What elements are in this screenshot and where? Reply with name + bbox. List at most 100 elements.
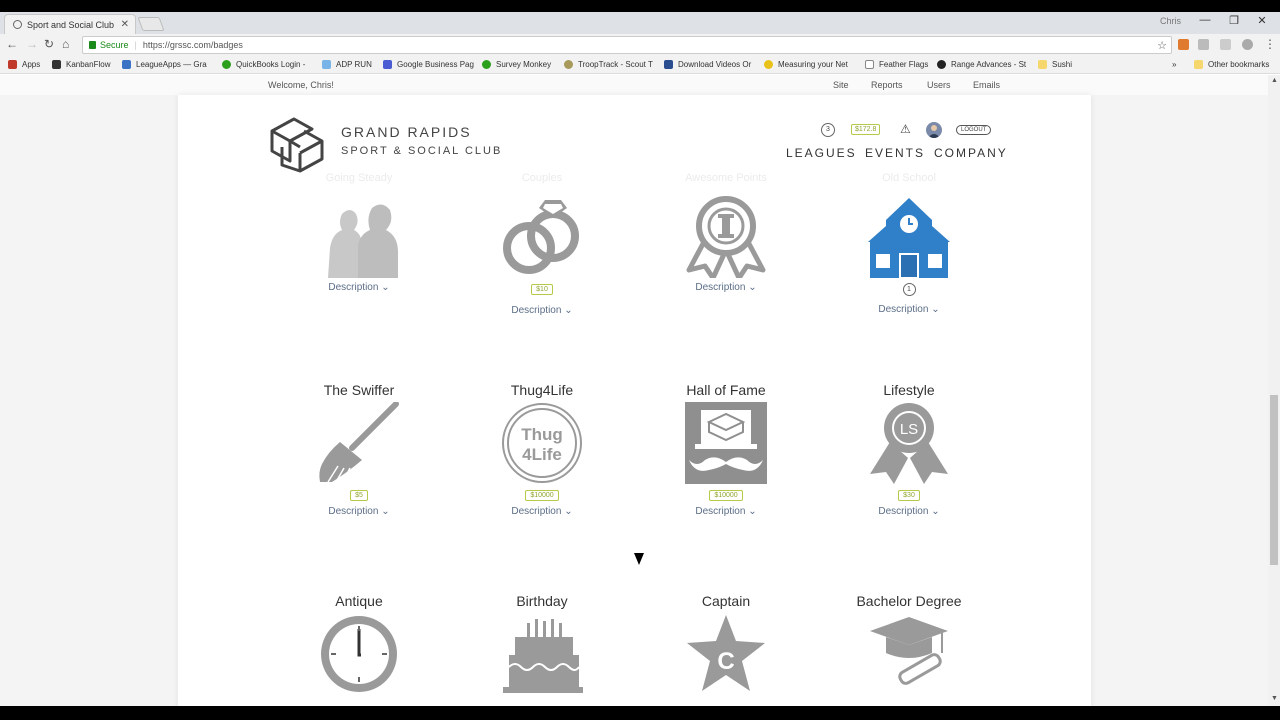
range-advances-icon: [937, 60, 946, 69]
scroll-down-icon[interactable]: ▼: [1271, 695, 1278, 702]
kanbanflow-icon: [52, 60, 61, 69]
extension-icon[interactable]: [1198, 39, 1209, 50]
leagueapps-icon: [122, 60, 131, 69]
extension-icon[interactable]: [1220, 39, 1231, 50]
browser-tab[interactable]: Sport and Social Club ✕: [4, 14, 136, 34]
bookmark-item[interactable]: Measuring your Net: [764, 60, 848, 69]
url-text: https://grssc.com/badges: [142, 40, 243, 50]
close-icon[interactable]: ✕: [121, 19, 129, 30]
description-toggle[interactable]: Description ⌄: [457, 305, 627, 316]
admin-link-users[interactable]: Users: [927, 80, 951, 90]
description-toggle[interactable]: Description ⌄: [641, 506, 811, 517]
restore-icon[interactable]: ❐: [1224, 14, 1244, 27]
menu-icon[interactable]: ⋮: [1264, 37, 1276, 51]
broom-icon: [319, 402, 399, 483]
warning-icon[interactable]: ⚠: [900, 122, 911, 136]
award-ribbon-icon: [686, 196, 766, 278]
badge-card: Description ⌄: [641, 194, 811, 293]
home-icon[interactable]: ⌂: [62, 37, 69, 51]
thug4life-seal-icon: Thug 4Life: [502, 403, 582, 483]
bookmarks-overflow[interactable]: »: [1172, 60, 1176, 69]
measuring-icon: [764, 60, 773, 69]
os-bottom-bar: [0, 706, 1280, 720]
bookmark-item[interactable]: ADP RUN: [322, 60, 372, 69]
nav-leagues[interactable]: LEAGUES: [786, 146, 857, 160]
welcome-text: Welcome, Chris!: [268, 80, 334, 90]
bookmark-item[interactable]: Range Advances - St: [937, 60, 1026, 69]
captain-letter: C: [717, 648, 734, 675]
balance-badge[interactable]: $172.8: [851, 124, 881, 135]
description-toggle[interactable]: Description ⌄: [824, 506, 994, 517]
bookmark-item[interactable]: Feather Flags: [865, 60, 928, 69]
globe-icon: [13, 20, 22, 29]
chevron-down-icon: ⌄: [931, 304, 940, 315]
back-icon[interactable]: ←: [6, 37, 18, 51]
reload-icon[interactable]: ↻: [44, 37, 54, 51]
description-toggle[interactable]: Description ⌄: [274, 506, 444, 517]
vertical-scrollbar[interactable]: ▲ ▼: [1268, 75, 1280, 706]
apps-grid-icon: [8, 60, 17, 69]
faded-badge-title: Old School: [882, 172, 936, 184]
window-close-icon[interactable]: ✕: [1252, 14, 1272, 27]
seal-text-bottom: 4Life: [522, 445, 562, 464]
tab-strip: Sport and Social Club ✕ Chris — ❐ ✕: [0, 12, 1280, 34]
bookmark-item[interactable]: Download Videos Or: [664, 60, 751, 69]
badge-title: Antique: [335, 593, 383, 609]
description-toggle[interactable]: Description ⌄: [824, 304, 994, 315]
faded-badge-title: Awesome Points: [685, 172, 767, 184]
logout-button[interactable]: LOGOUT: [956, 125, 992, 135]
url-input[interactable]: Secure | https://grssc.com/badges ☆: [82, 36, 1172, 54]
extension-icon[interactable]: [1242, 39, 1253, 50]
badge-title: Captain: [701, 593, 751, 609]
badge-title: The Swiffer: [323, 382, 395, 398]
tab-title: Sport and Social Club: [27, 19, 115, 30]
notifications-badge[interactable]: 3: [821, 123, 835, 137]
other-bookmarks[interactable]: Other bookmarks: [1194, 60, 1269, 69]
graduation-cap-icon: [870, 617, 948, 685]
chevron-down-icon: ⌄: [564, 305, 573, 316]
badge-card: Thug4Life Thug 4Life $10000 Description …: [457, 382, 627, 517]
bookmark-item[interactable]: Google Business Pag: [383, 60, 474, 69]
chevron-down-icon: ⌄: [748, 282, 757, 293]
description-toggle[interactable]: Description ⌄: [457, 506, 627, 517]
logo-icon[interactable]: [266, 111, 328, 173]
bookmark-item[interactable]: TroopTrack - Scout T: [564, 60, 653, 69]
extension-icon[interactable]: [1178, 39, 1189, 50]
description-toggle[interactable]: Description ⌄: [641, 282, 811, 293]
logo-subtitle: SPORT & SOCIAL CLUB: [341, 145, 503, 157]
nav-events[interactable]: EVENTS: [865, 146, 925, 160]
bookmark-item[interactable]: Survey Monkey: [482, 60, 551, 69]
bookmark-apps[interactable]: Apps: [8, 60, 40, 69]
new-tab-button[interactable]: [137, 17, 165, 31]
bookmark-star-icon[interactable]: ☆: [1157, 39, 1167, 52]
bookmark-item[interactable]: QuickBooks Login -: [222, 60, 305, 69]
admin-link-reports[interactable]: Reports: [871, 80, 903, 90]
price-badge: $10: [531, 284, 553, 295]
nav-company[interactable]: COMPANY: [934, 146, 1008, 160]
quickbooks-icon: [222, 60, 231, 69]
count-badge: 1: [902, 283, 916, 296]
description-toggle[interactable]: Description ⌄: [274, 282, 444, 293]
scroll-up-icon[interactable]: ▲: [1271, 77, 1278, 84]
admin-link-emails[interactable]: Emails: [973, 80, 1000, 90]
bookmarks-bar: Apps KanbanFlow LeagueApps — Gra QuickBo…: [0, 56, 1280, 74]
main-content: GRAND RAPIDS SPORT & SOCIAL CLUB 3 $172.…: [178, 95, 1091, 706]
chevron-down-icon: ⌄: [381, 506, 390, 517]
badge-card: Antique: [274, 593, 444, 695]
bookmark-item[interactable]: LeagueApps — Gra: [122, 60, 207, 69]
forward-icon[interactable]: →: [26, 37, 38, 51]
admin-link-site[interactable]: Site: [833, 80, 849, 90]
seal-text-top: Thug: [521, 425, 563, 444]
badge-card: The Swiffer $5 Description ⌄: [274, 382, 444, 517]
chevron-down-icon: ⌄: [381, 282, 390, 293]
mouse-cursor: [634, 553, 644, 565]
bookmark-item[interactable]: Sushi: [1038, 60, 1072, 69]
window-user[interactable]: Chris: [1160, 16, 1181, 26]
bookmark-item[interactable]: KanbanFlow: [52, 60, 110, 69]
minimize-icon[interactable]: —: [1195, 14, 1215, 26]
secure-label: Secure: [100, 40, 129, 50]
folder-icon: [1194, 60, 1203, 69]
ls-ribbon-icon: LS: [870, 403, 948, 484]
scroll-thumb[interactable]: [1270, 395, 1278, 565]
avatar[interactable]: [926, 122, 942, 138]
